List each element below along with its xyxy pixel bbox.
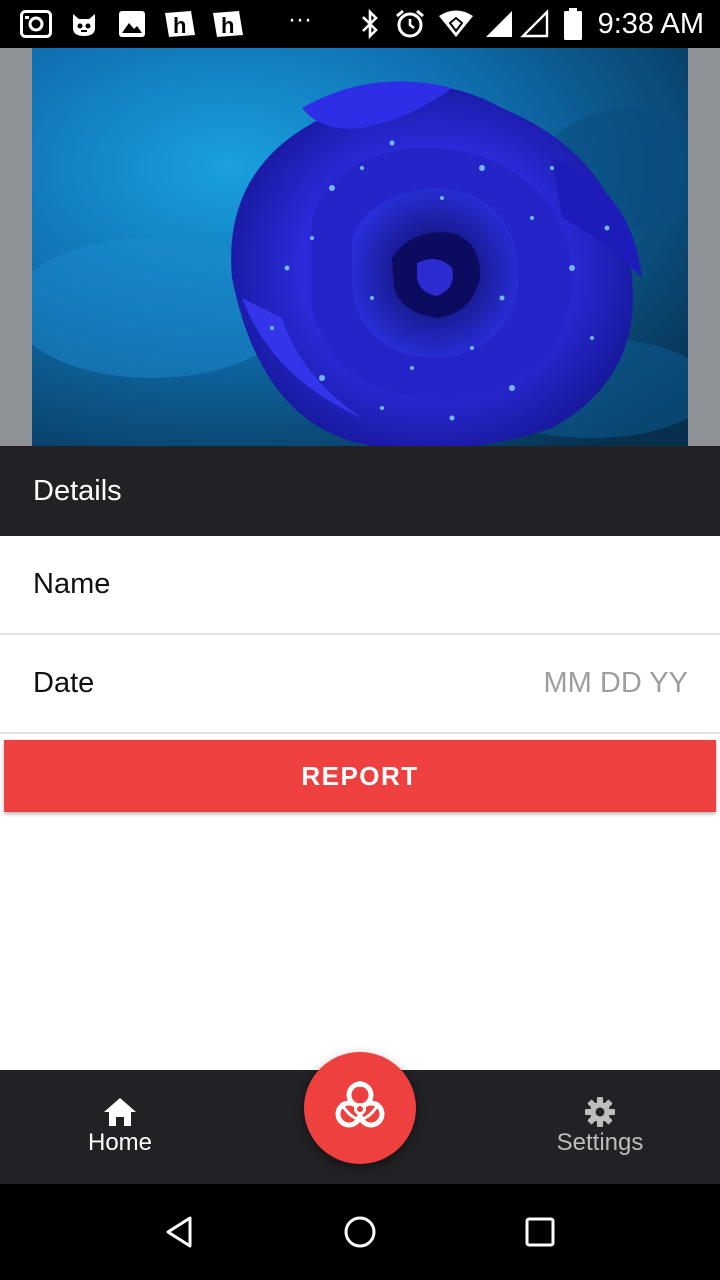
bluetooth-icon xyxy=(360,8,380,40)
camera-notification-icon xyxy=(20,8,52,40)
blue-rose-image xyxy=(32,48,688,446)
cat-app-icon xyxy=(70,8,98,40)
image-icon xyxy=(118,8,146,40)
nav-item-settings[interactable]: Settings xyxy=(520,1070,680,1184)
signal-empty-icon xyxy=(520,8,550,40)
alarm-icon xyxy=(394,8,426,40)
system-navigation-bar xyxy=(0,1184,720,1280)
clock-time: 9:38 AM xyxy=(597,8,704,40)
nav-item-home[interactable]: Home xyxy=(40,1070,200,1184)
back-icon[interactable] xyxy=(160,1212,200,1252)
gear-icon xyxy=(582,1096,618,1128)
home-icon xyxy=(102,1096,138,1128)
h-app-icon: h xyxy=(163,8,197,40)
date-row[interactable]: Date xyxy=(0,635,720,734)
details-title: Details xyxy=(33,475,122,507)
biohazard-fab-button[interactable] xyxy=(304,1052,416,1164)
name-row[interactable]: Name xyxy=(0,536,720,635)
signal-icon xyxy=(484,8,514,40)
svg-text:h: h xyxy=(221,13,234,38)
recents-square-icon[interactable] xyxy=(520,1212,560,1252)
hero-image-frame xyxy=(0,48,720,446)
details-header: Details xyxy=(0,446,720,536)
battery-icon xyxy=(564,8,582,40)
more-dots-icon: ··· xyxy=(288,6,312,33)
h-app-icon: h xyxy=(211,8,245,40)
name-label: Name xyxy=(33,568,111,600)
home-circle-icon[interactable] xyxy=(340,1212,380,1252)
biohazard-icon xyxy=(325,1073,395,1143)
nav-label-settings: Settings xyxy=(556,1129,644,1156)
status-bar: h h ··· 9:38 AM xyxy=(0,0,720,48)
date-label: Date xyxy=(33,667,95,699)
name-input[interactable] xyxy=(388,564,688,604)
wifi-icon xyxy=(438,8,474,40)
nav-label-home: Home xyxy=(87,1129,153,1156)
svg-text:h: h xyxy=(173,13,186,38)
app-screen: h h ··· 9:38 AM Details Name Date MM DD … xyxy=(0,0,720,1280)
report-button[interactable]: REPORT xyxy=(4,740,716,812)
date-input[interactable] xyxy=(388,663,688,703)
